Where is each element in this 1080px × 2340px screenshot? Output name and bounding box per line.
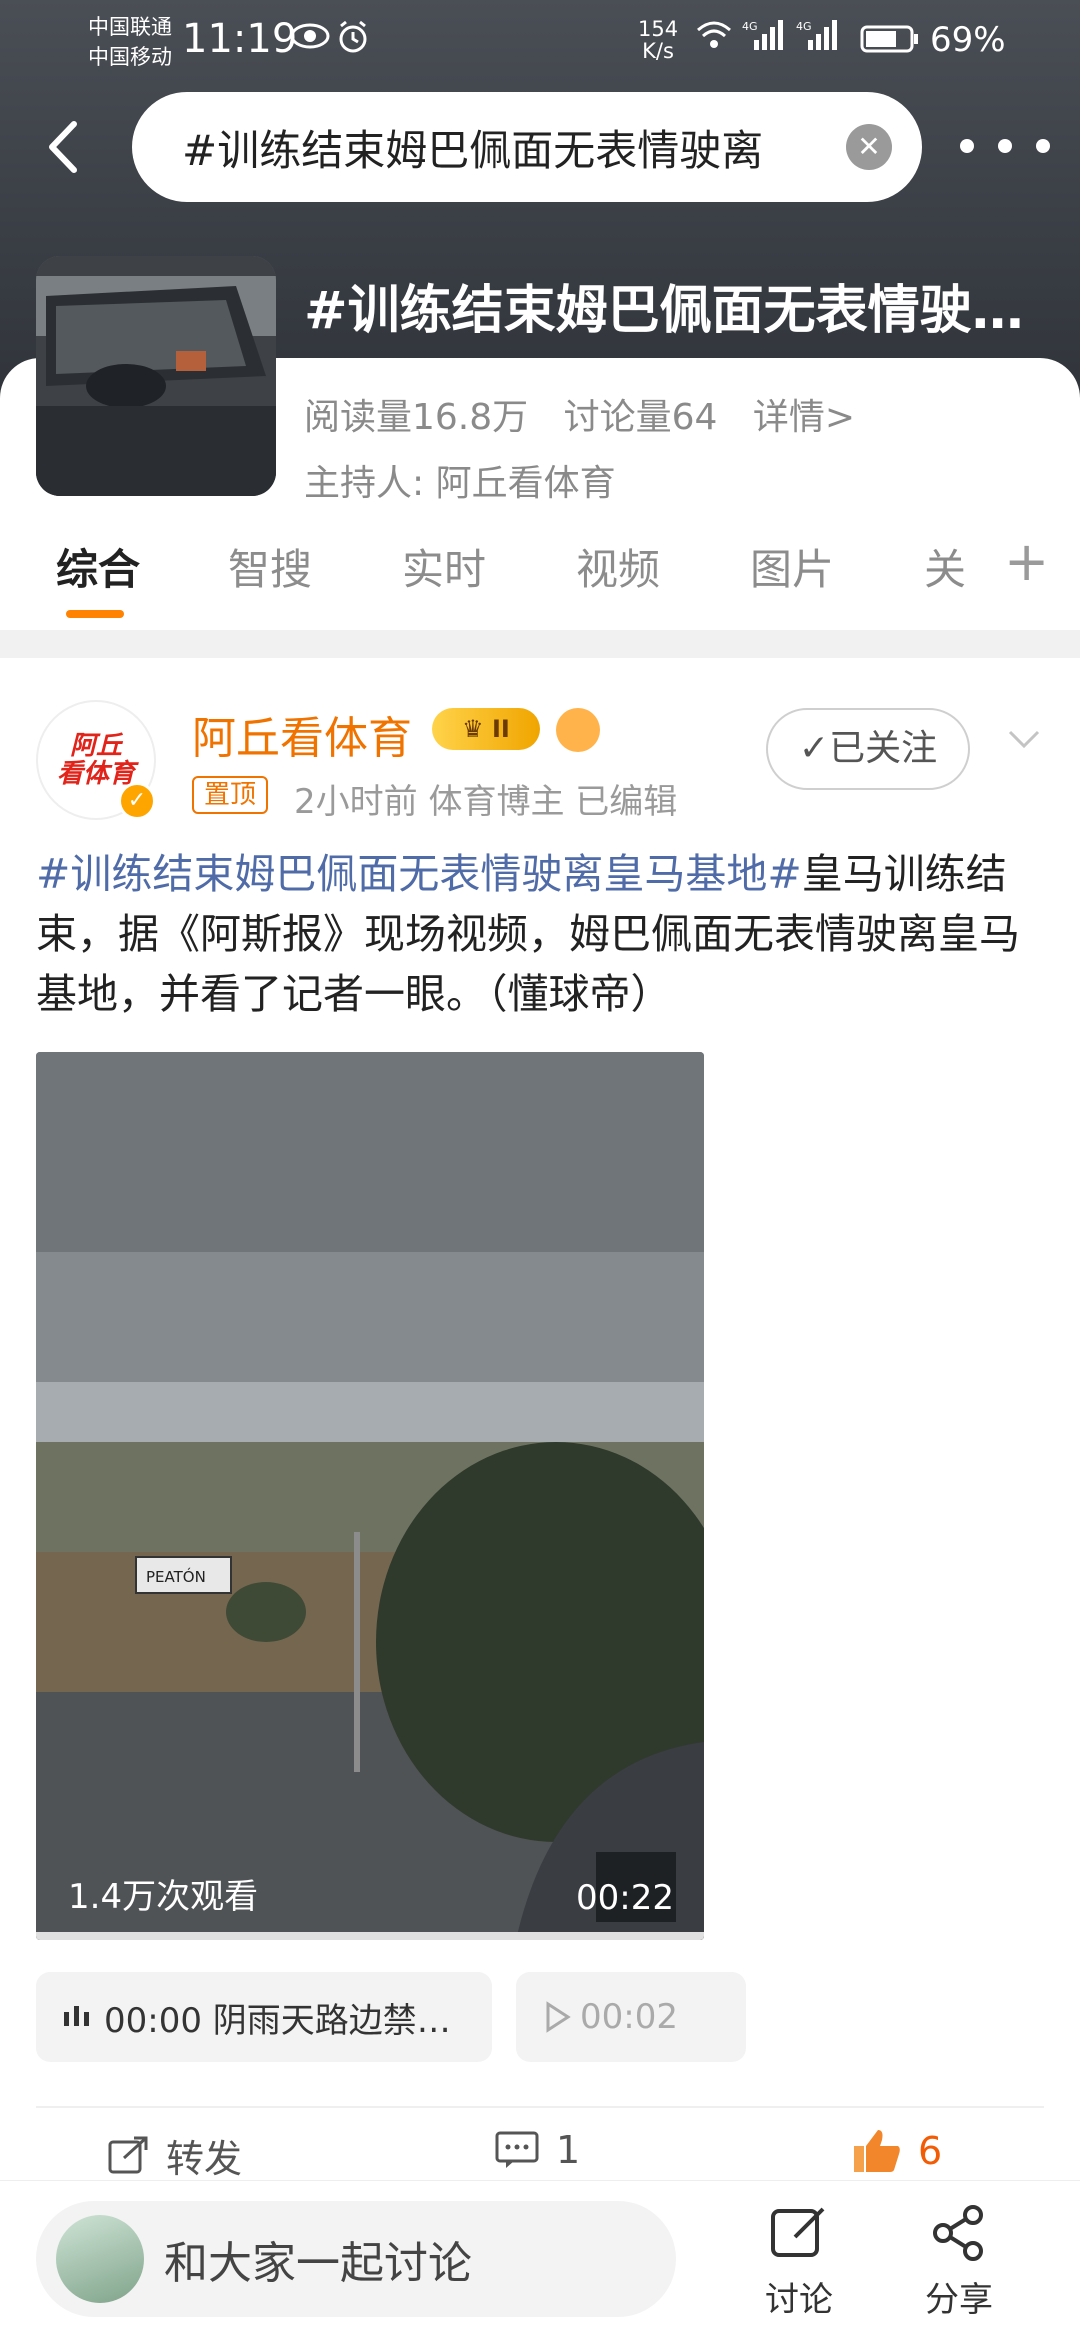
divider [36, 2106, 1044, 2108]
dot-icon [1036, 139, 1050, 153]
carrier-info: 中国联通 中国移动 [88, 12, 172, 72]
net-speed: 154 K/s [638, 17, 679, 63]
battery-level: 69% [930, 20, 1006, 60]
thumbs-up-icon [854, 2130, 900, 2172]
share-button[interactable]: 分享 [904, 2203, 1014, 2321]
back-button[interactable] [38, 112, 90, 182]
battery-icon [860, 24, 920, 62]
edit-icon [771, 2207, 825, 2257]
post-hashtag[interactable]: #训练结束姆巴佩面无表情驶离皇马基地# [36, 850, 802, 898]
alarm-icon [336, 20, 370, 63]
fan-badge-icon [556, 708, 600, 752]
add-tab-icon[interactable]: + [1004, 530, 1049, 593]
comment-button[interactable]: 1 [494, 2128, 580, 2172]
repost-button[interactable]: 转发 [106, 2128, 242, 2183]
video-duration: 00:22 [576, 1878, 674, 1918]
user-avatar [56, 2215, 144, 2303]
carrier-2: 中国移动 [88, 45, 172, 69]
details-link[interactable]: 详情> [753, 397, 855, 438]
wifi-icon [694, 18, 734, 60]
active-tab-indicator [66, 610, 124, 618]
search-query: #训练结束姆巴佩面无表情驶离 [182, 125, 764, 175]
play-icon [546, 2001, 571, 2033]
carrier-1: 中国联通 [88, 15, 172, 39]
read-count: 阅读量16.8万 [304, 397, 529, 438]
clear-search-button[interactable]: ✕ [846, 124, 892, 170]
more-options-button[interactable] [960, 126, 1050, 166]
topic-title: #训练结束姆巴佩面无表情驶… [304, 281, 1024, 341]
audio-clip-1[interactable]: 00:00 阴雨天路边禁… [36, 1972, 492, 2062]
tab-video[interactable]: 视频 [576, 536, 660, 597]
search-input[interactable]: #训练结束姆巴佩面无表情驶离 ✕ [132, 92, 922, 202]
video-frame: PEATÓN [36, 1052, 704, 1940]
eye-icon [290, 20, 330, 60]
discuss-button[interactable]: 讨论 [744, 2203, 854, 2321]
road-sign-text: PEATÓN [146, 1567, 206, 1586]
avatar-logo: 阿丘 看体育 [56, 731, 135, 789]
dot-icon [960, 139, 974, 153]
audio-wave-icon [64, 2006, 89, 2026]
dot-icon [998, 139, 1012, 153]
video-player[interactable]: PEATÓN 1.4万次观看 00:22 [36, 1052, 704, 1940]
svg-text:4G: 4G [742, 20, 758, 33]
topic-stats: 阅读量16.8万 讨论量64 详情> [304, 388, 855, 440]
topic-thumbnail[interactable] [36, 256, 276, 496]
audio-clip-2[interactable]: 00:02 [516, 1972, 746, 2062]
tab-smart-search[interactable]: 智搜 [228, 536, 312, 597]
signal-1-icon: 4G [742, 18, 784, 60]
discuss-placeholder: 和大家一起讨论 [164, 2238, 472, 2289]
tab-images[interactable]: 图片 [750, 536, 834, 597]
pinned-badge: 置顶 [192, 776, 269, 814]
tab-related[interactable]: 关 [924, 536, 966, 597]
chevron-left-icon [49, 121, 77, 173]
post-meta: 2小时前 体育博主 已编辑 [294, 782, 678, 822]
discuss-input[interactable]: 和大家一起讨论 [36, 2201, 676, 2317]
verified-icon: ✓ [118, 782, 156, 820]
status-bar: 中国联通 中国移动 11:19 154 K/s 4G 4G 69% [0, 0, 1080, 90]
chevron-down-icon[interactable] [1004, 718, 1044, 758]
video-view-count: 1.4万次观看 [68, 1877, 259, 1917]
tab-bar: 综合 智搜 实时 视频 图片 关 + [0, 520, 1080, 624]
post-card: 阿丘 看体育 ✓ 阿丘看体育 ♛ II 置顶 2小时前 体育博主 已编辑 ✓已关… [0, 658, 1080, 2340]
repost-icon [108, 2136, 148, 2173]
author-name[interactable]: 阿丘看体育 [192, 702, 412, 766]
share-icon [933, 2205, 983, 2261]
like-button[interactable]: 6 [852, 2128, 942, 2174]
discussion-count: 讨论量64 [563, 397, 718, 438]
signal-2-icon: 4G [796, 18, 838, 60]
car-window-image [36, 256, 276, 496]
tab-comprehensive[interactable]: 综合 [56, 536, 140, 597]
post-body: #训练结束姆巴佩面无表情驶离皇马基地#皇马训练结束，据《阿斯报》现场视频，姆巴佩… [36, 844, 1046, 1024]
status-time: 11:19 [182, 16, 298, 62]
bottom-bar: 和大家一起讨论 讨论 分享 [0, 2180, 1080, 2340]
topic-host: 主持人: 阿丘看体育 [304, 463, 616, 504]
tab-realtime[interactable]: 实时 [402, 536, 486, 597]
vip-crown-icon: ♛ II [432, 708, 540, 750]
comment-icon [495, 2131, 539, 2168]
follow-button[interactable]: ✓已关注 [766, 708, 970, 790]
svg-text:4G: 4G [796, 20, 812, 33]
